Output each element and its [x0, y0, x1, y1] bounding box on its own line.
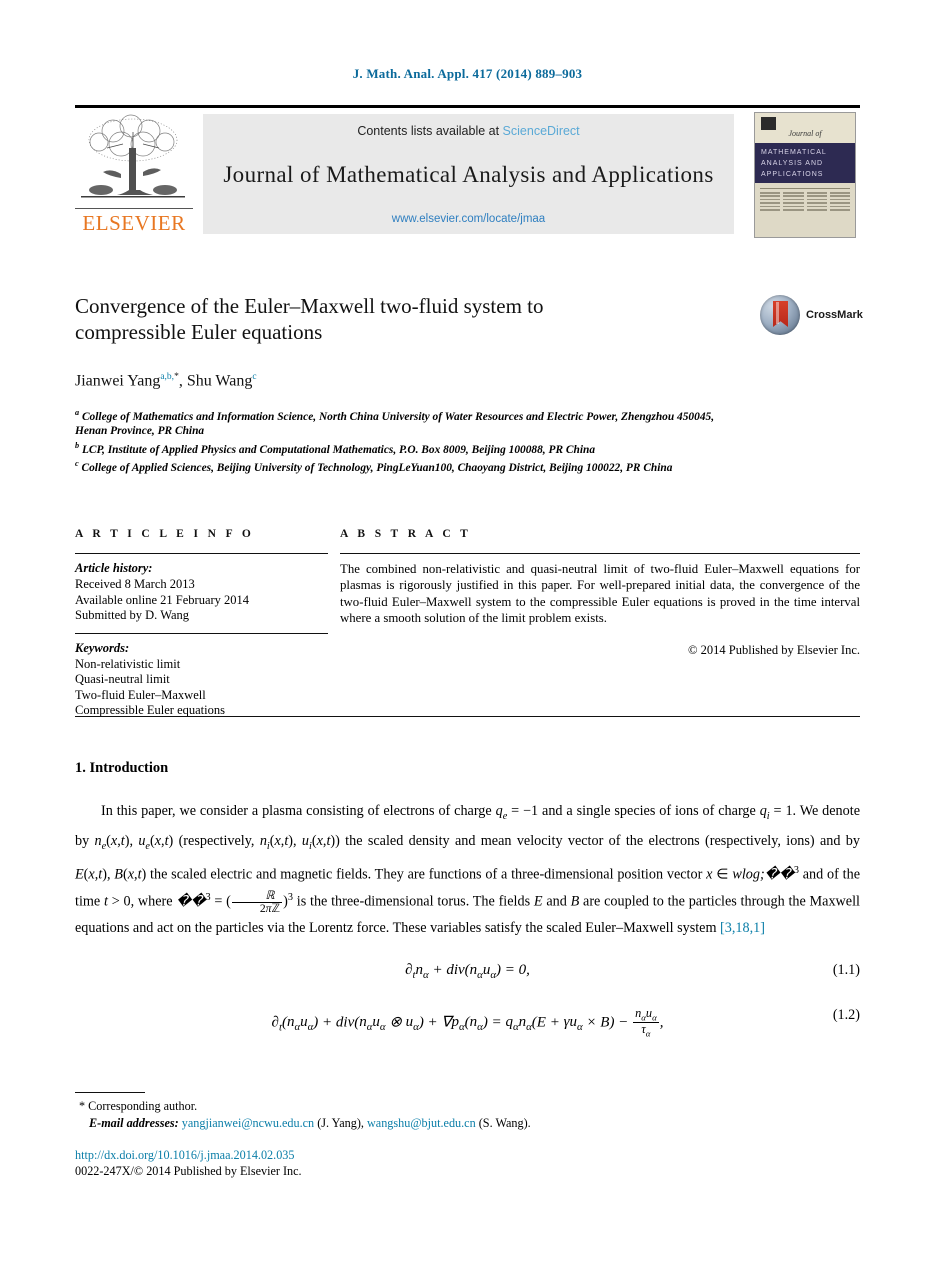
email-link-wang[interactable]: wangshu@bjut.edu.cn [367, 1116, 476, 1130]
email-link-yang[interactable]: yangjianwei@ncwu.edu.cn [182, 1116, 314, 1130]
cover-band-line-1: MATHEMATICAL [761, 149, 827, 156]
history-item: Available online 21 February 2014 [75, 592, 250, 607]
author-separator: , [178, 372, 187, 390]
crossmark-label: CrossMark [806, 309, 863, 321]
elsevier-logo: ELSEVIER [75, 114, 193, 236]
cover-band-line-2: ANALYSIS AND [761, 160, 824, 167]
info-divider-mid [75, 632, 328, 634]
title-block: Convergence of the Euler–Maxwell two-flu… [75, 293, 735, 345]
contents-available-line: Contents lists available at ScienceDirec… [203, 124, 734, 138]
crossmark-badge[interactable]: CrossMark [760, 295, 865, 339]
running-head: J. Math. Anal. Appl. 417 (2014) 889–903 [352, 66, 583, 81]
crossmark-circle-icon [760, 295, 800, 335]
crossmark-ribbon-highlight [776, 302, 779, 324]
paper-page: J. Math. Anal. Appl. 417 (2014) 889–903 [0, 0, 935, 1266]
affiliation-item: c College of Applied Sciences, Beijing U… [75, 457, 735, 475]
journal-cover-thumbnail: Journal of MATHEMATICAL ANALYSIS AND APP… [754, 112, 856, 238]
equation-1-1-number: (1.1) [832, 961, 860, 978]
journal-url-link[interactable]: www.elsevier.com/locate/jmaa [203, 213, 734, 225]
intro-paragraph: In this paper, we consider a plasma cons… [75, 803, 860, 936]
footnote-block: * Corresponding author. E-mail addresses… [75, 1098, 795, 1131]
elsevier-wordmark: ELSEVIER [75, 208, 193, 236]
cover-body-area [755, 183, 855, 237]
tree-drawing [81, 114, 185, 198]
affiliation-text: College of Applied Sciences, Beijing Uni… [81, 461, 673, 474]
cover-text-columns [760, 192, 850, 212]
equation-1-2: ∂t(nαuα) + div(nαuα ⊗ uα) + ∇pα(nα) = qα… [75, 1005, 860, 1040]
cover-column [783, 192, 804, 212]
sciencedirect-link[interactable]: ScienceDirect [503, 124, 580, 138]
issn-copyright-line: 0022-247X/© 2014 Published by Elsevier I… [75, 1163, 302, 1178]
citation-link[interactable]: [3,18,1] [720, 920, 765, 936]
history-item: Submitted by D. Wang [75, 608, 190, 622]
cover-band-line-3: APPLICATIONS [761, 171, 824, 178]
footer-block: http://dx.doi.org/10.1016/j.jmaa.2014.02… [75, 1148, 302, 1179]
article-history-label: Article history: [75, 561, 153, 575]
cover-column [760, 192, 781, 212]
paper-title-line-1: Convergence of the Euler–Maxwell two-flu… [75, 294, 544, 318]
affiliation-list: a College of Mathematics and Information… [75, 406, 735, 475]
abstract-column: A B S T R A C T The combined non-relativ… [340, 528, 860, 658]
keyword-item: Two-fluid Euler–Maxwell [75, 687, 206, 702]
history-item: Received 8 March 2013 [75, 577, 195, 591]
cover-title-band: MATHEMATICAL ANALYSIS AND APPLICATIONS [755, 143, 855, 183]
section-heading-introduction: 1. Introduction [75, 760, 169, 776]
affiliation-marker: a [75, 408, 80, 417]
author-affiliation-marker: c [252, 372, 257, 382]
email-addresses-note: E-mail addresses: yangjianwei@ncwu.edu.c… [89, 1115, 795, 1132]
affiliation-text: LCP, Institute of Applied Physics and Co… [81, 443, 596, 456]
abstract-heading: A B S T R A C T [340, 528, 472, 540]
cover-column [806, 192, 827, 212]
abstract-divider-top [340, 553, 860, 554]
equation-1-2-number: (1.2) [832, 1006, 860, 1023]
keyword-item: Non-relativistic limit [75, 656, 181, 671]
contents-prefix: Contents lists available at [357, 124, 503, 138]
page-title: Convergence of the Euler–Maxwell two-flu… [75, 293, 735, 345]
cover-column [829, 192, 850, 212]
author-list: Jianwei Yanga,b,*, Shu Wangc [75, 372, 257, 390]
article-info-column: A R T I C L E I N F O Article history: R… [75, 528, 328, 719]
journal-title: Journal of Mathematical Analysis and App… [223, 162, 714, 187]
journal-masthead: ELSEVIER Contents lists available at Sci… [75, 105, 860, 240]
email-label: E-mail addresses: [89, 1115, 179, 1130]
elsevier-tree-icon [77, 114, 189, 206]
equation-1-1-body: ∂tnα + div(nαuα) = 0, [405, 961, 530, 981]
cover-journal-of-label: Journal of [788, 129, 822, 138]
affiliation-marker: c [75, 458, 79, 468]
affiliation-item: a College of Mathematics and Information… [75, 406, 735, 439]
email-owner-yang: (J. Yang), [317, 1115, 364, 1130]
author-name: Jianwei Yang [75, 372, 161, 390]
affiliation-item: b LCP, Institute of Applied Physics and … [75, 439, 735, 457]
cover-top-area: Journal of [755, 113, 855, 143]
article-body: 1. Introduction In this paper, we consid… [75, 760, 860, 1039]
author-name: Shu Wang [186, 372, 253, 390]
keyword-item: Quasi-neutral limit [75, 672, 170, 686]
corresponding-author-note: * Corresponding author. [79, 1099, 198, 1113]
keywords-label: Keywords: [75, 640, 130, 655]
affiliation-text: College of Mathematics and Information S… [75, 410, 715, 438]
doi-link[interactable]: http://dx.doi.org/10.1016/j.jmaa.2014.02… [75, 1148, 302, 1164]
footnote-divider [75, 1092, 145, 1093]
equation-1-1: ∂tnα + div(nαuα) = 0, (1.1) [75, 962, 860, 981]
header-bottom-rule [75, 716, 860, 717]
equation-1-2-body: ∂t(nαuα) + div(nαuα ⊗ uα) + ∇pα(nα) = qα… [271, 1005, 664, 1039]
cover-divider [760, 188, 850, 189]
abstract-text: The combined non-relativistic and quasi-… [340, 562, 860, 626]
sciencedirect-band: Contents lists available at ScienceDirec… [203, 114, 734, 234]
affiliation-marker: b [75, 440, 80, 450]
email-owner-wang: (S. Wang). [478, 1115, 531, 1130]
info-divider-top [75, 553, 328, 554]
author-affiliation-marker: a,b, [160, 372, 175, 382]
article-info-heading: A R T I C L E I N F O [75, 528, 255, 540]
paper-title-line-2: compressible Euler equations [75, 320, 323, 344]
abstract-copyright: © 2014 Published by Elsevier Inc. [688, 642, 860, 657]
